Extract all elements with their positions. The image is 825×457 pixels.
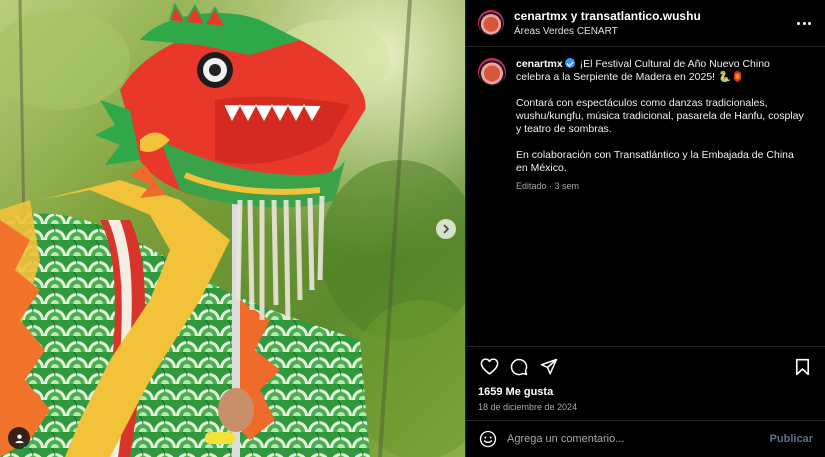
verified-badge-icon [564,58,575,68]
likes-count[interactable]: 1659 Me gusta [466,386,825,400]
dragon-dance-photo [0,0,465,457]
post-side-panel: cenartmx y transatlantico.wushu Áreas Ve… [465,0,825,457]
send-icon [540,358,558,374]
post-location[interactable]: Áreas Verdes CENART [514,25,795,38]
tagged-users-button[interactable] [8,427,30,449]
caption-avatar[interactable] [478,58,506,86]
chevron-right-icon [443,224,449,234]
share-button[interactable] [538,356,560,378]
comment-bar: Publicar [466,420,825,457]
caption-paragraph-2: Contará con espectáculos como danzas tra… [516,97,804,135]
caption-paragraph-1: cenartmx ¡El Festival Cultural de Año Nu… [516,58,806,84]
post-header: cenartmx y transatlantico.wushu Áreas Ve… [466,0,825,47]
comment-input[interactable] [507,433,770,445]
user-tag-icon [14,433,24,443]
comment-button[interactable] [508,356,530,378]
collaborator-username[interactable]: transatlantico.wushu [581,9,701,23]
caption: cenartmx ¡El Festival Cultural de Año Nu… [516,58,806,346]
bookmark-icon [795,358,809,375]
publish-button[interactable]: Publicar [770,433,813,445]
save-button[interactable] [791,356,813,378]
more-options-button[interactable] [795,14,813,32]
avatar[interactable] [478,10,504,36]
emoji-button[interactable] [478,429,498,449]
instagram-post: cenartmx y transatlantico.wushu Áreas Ve… [0,0,825,457]
caption-area: cenartmx ¡El Festival Cultural de Año Nu… [466,47,825,346]
like-button[interactable] [478,356,500,378]
author-username[interactable]: cenartmx [514,9,567,23]
comment-icon [510,358,528,375]
caption-meta: Editado · 3 sem [516,181,580,191]
author-names: cenartmx y transatlantico.wushu [514,9,795,24]
action-bar [466,346,825,386]
emoji-icon [479,430,497,448]
caption-paragraph-3: En colaboración con Transatlántico y la … [516,149,794,174]
more-options-icon [796,21,812,25]
heart-icon [480,358,498,375]
author-connector: y [570,8,578,23]
post-date[interactable]: 18 de diciembre de 2024 [466,400,825,420]
next-image-button[interactable] [436,219,456,239]
caption-username[interactable]: cenartmx [516,58,563,70]
post-author-info: cenartmx y transatlantico.wushu Áreas Ve… [514,9,795,38]
post-image[interactable] [0,0,465,457]
